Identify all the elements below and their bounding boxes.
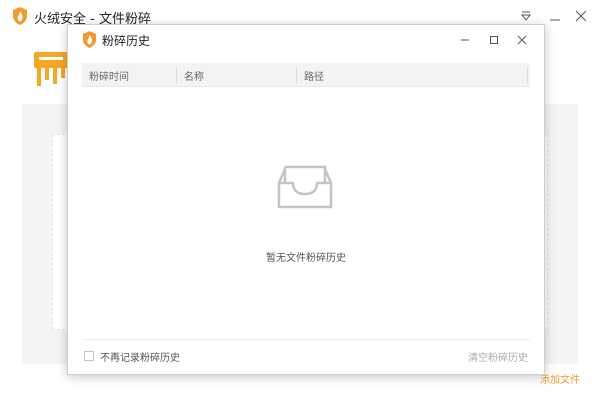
no-record-checkbox[interactable] bbox=[84, 351, 94, 361]
column-header-name[interactable]: 名称 bbox=[184, 68, 204, 83]
minimize-icon[interactable] bbox=[545, 6, 565, 26]
app-logo-icon bbox=[13, 7, 27, 25]
close-icon[interactable] bbox=[571, 6, 591, 26]
dialog-titlebar: 粉碎历史 bbox=[68, 25, 544, 55]
shredder-illustration bbox=[34, 52, 68, 86]
empty-tray-icon bbox=[277, 165, 333, 209]
column-divider[interactable] bbox=[296, 67, 297, 83]
dialog-title: 粉碎历史 bbox=[102, 34, 151, 48]
close-icon[interactable] bbox=[512, 30, 532, 50]
dropdown-menu-icon[interactable] bbox=[516, 6, 536, 26]
history-table-header: 粉碎时间 名称 路径 bbox=[82, 63, 530, 87]
clear-history-button[interactable]: 清空粉碎历史 bbox=[468, 349, 528, 364]
minimize-icon[interactable] bbox=[455, 30, 475, 50]
add-file-link[interactable]: 添加文件 bbox=[540, 371, 580, 386]
empty-state-message: 暂无文件粉碎历史 bbox=[266, 253, 346, 264]
app-logo-icon bbox=[82, 31, 97, 48]
no-record-label[interactable]: 不再记录粉碎历史 bbox=[100, 349, 180, 364]
shred-history-dialog: 粉碎历史 粉碎时间 名称 路径 暂无文件粉碎历史 不再记录粉碎历史 清空粉碎历史 bbox=[67, 24, 545, 375]
column-divider[interactable] bbox=[527, 67, 528, 83]
footer-divider bbox=[82, 339, 530, 340]
column-header-time[interactable]: 粉碎时间 bbox=[89, 68, 129, 83]
maximize-icon[interactable] bbox=[484, 30, 504, 50]
column-divider[interactable] bbox=[176, 67, 177, 83]
column-header-path[interactable]: 路径 bbox=[304, 68, 324, 83]
